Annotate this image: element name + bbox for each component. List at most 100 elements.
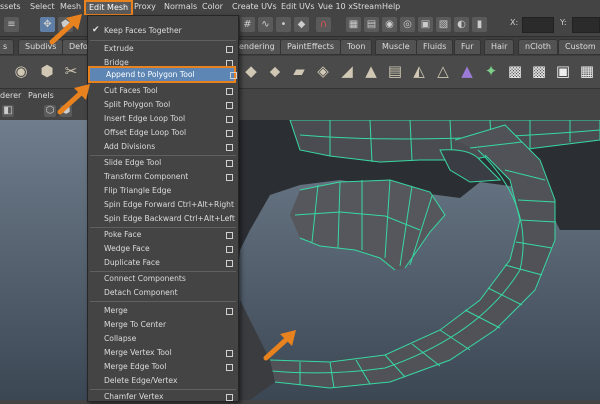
menu-edit-mesh[interactable]: Edit Mesh: [84, 0, 134, 16]
merge-icon[interactable]: ◭: [408, 60, 430, 82]
uv-icon[interactable]: ✦: [480, 60, 502, 82]
ipr-render-icon[interactable]: ◎: [400, 17, 415, 32]
menu-item-cut-faces-tool[interactable]: Cut Faces Tool: [88, 84, 238, 98]
magnet-icon[interactable]: ∩: [316, 17, 331, 32]
menu-color[interactable]: Color: [202, 2, 223, 11]
extrude-icon[interactable]: ◆: [240, 60, 262, 82]
snap-surface-icon[interactable]: ◆: [294, 17, 309, 32]
menu-item-offset-edge-loop-tool[interactable]: Offset Edge Loop Tool: [88, 126, 238, 140]
option-box-icon[interactable]: [226, 174, 233, 181]
wedge-icon[interactable]: ◢: [336, 60, 358, 82]
cut-icon[interactable]: ▲: [360, 60, 382, 82]
y-coord-field[interactable]: [572, 17, 600, 33]
menu-item-transform-component[interactable]: Transform Component: [88, 170, 238, 184]
option-box-icon[interactable]: [226, 116, 233, 123]
poly-ball-icon[interactable]: ⬢: [36, 60, 58, 82]
hypershade-icon[interactable]: ◐: [454, 17, 469, 32]
render-icon[interactable]: ◉: [382, 17, 397, 32]
tab-rendering[interactable]: endering: [232, 39, 282, 55]
poly-tool-icon[interactable]: ✂: [60, 60, 82, 82]
menu-vue[interactable]: Vue 10 xStream: [318, 2, 382, 11]
snap-grid-icon[interactable]: #: [240, 17, 255, 32]
bevel-icon[interactable]: ⬥: [264, 60, 286, 82]
menu-item-chamfer-vertex[interactable]: Chamfer Vertex: [88, 390, 238, 404]
checker2-icon[interactable]: ▩: [528, 60, 550, 82]
menu-item-delete-edge-vertex[interactable]: Delete Edge/Vertex: [88, 374, 238, 388]
menu-item-merge-vertex-tool[interactable]: Merge Vertex Tool: [88, 346, 238, 360]
render-view-icon[interactable]: ▧: [436, 17, 451, 32]
menu-item-slide-edge-tool[interactable]: Slide Edge Tool: [88, 156, 238, 170]
history-icon[interactable]: ▦: [346, 17, 361, 32]
menu-item-spin-edge-backward[interactable]: Spin Edge Backward Ctrl+Alt+Left: [88, 212, 238, 226]
menu-help[interactable]: Help: [382, 2, 400, 11]
menu-item-insert-edge-loop-tool[interactable]: Insert Edge Loop Tool: [88, 112, 238, 126]
menu-divider: [90, 301, 236, 302]
menu-item-merge[interactable]: Merge: [88, 304, 238, 318]
option-box-icon[interactable]: [226, 88, 233, 95]
menu-edit-uvs[interactable]: Edit UVs: [281, 2, 315, 11]
split-icon[interactable]: ◈: [312, 60, 334, 82]
option-box-icon[interactable]: [226, 130, 233, 137]
mode-icon[interactable]: ▮: [472, 17, 487, 32]
tab-toon[interactable]: Toon: [340, 39, 373, 55]
option-box-icon[interactable]: [226, 246, 233, 253]
menu-panels[interactable]: Panels: [28, 91, 54, 100]
menu-item-keep-faces-together[interactable]: ✔ Keep Faces Together: [88, 24, 238, 38]
option-box-icon[interactable]: [226, 160, 233, 167]
option-box-icon[interactable]: [226, 102, 233, 109]
bridge-icon[interactable]: ▰: [288, 60, 310, 82]
snap-point-icon[interactable]: •: [276, 17, 291, 32]
poly-sphere-icon[interactable]: ◉: [10, 60, 32, 82]
menu-assets[interactable]: ssets: [0, 2, 21, 11]
tab-polygons[interactable]: s: [0, 39, 15, 55]
tab-custom[interactable]: Custom: [558, 39, 600, 55]
menu-create-uvs[interactable]: Create UVs: [232, 2, 277, 11]
option-box-icon[interactable]: [230, 72, 237, 79]
tab-ncloth[interactable]: nCloth: [518, 39, 558, 55]
menu-item-merge-edge-tool[interactable]: Merge Edge Tool: [88, 360, 238, 374]
menu-item-connect-components[interactable]: Connect Components: [88, 272, 238, 286]
option-box-icon[interactable]: [226, 308, 233, 315]
snap-curve-icon[interactable]: ∿: [258, 17, 273, 32]
cone-icon[interactable]: ▲: [456, 60, 478, 82]
loop-icon[interactable]: ▤: [384, 60, 406, 82]
edit-mesh-dropdown: ✔ Keep Faces Together Extrude Bridge App…: [87, 15, 239, 402]
tab-hair[interactable]: Hair: [484, 39, 515, 55]
menu-item-extrude[interactable]: Extrude: [88, 42, 238, 56]
tab-fur[interactable]: Fur: [454, 39, 481, 55]
tab-painteffects[interactable]: PaintEffects: [280, 39, 341, 55]
menu-item-merge-to-center[interactable]: Merge To Center: [88, 318, 238, 332]
menu-item-collapse[interactable]: Collapse: [88, 332, 238, 346]
tab-fluids[interactable]: Fluids: [416, 39, 454, 55]
menu-item-poke-face[interactable]: Poke Face: [88, 228, 238, 242]
option-box-icon[interactable]: [226, 46, 233, 53]
option-box-icon[interactable]: [226, 364, 233, 371]
menu-item-add-divisions[interactable]: Add Divisions: [88, 140, 238, 154]
menu-item-append-to-polygon-tool[interactable]: Append to Polygon Tool: [88, 66, 237, 83]
option-box-icon[interactable]: [226, 144, 233, 151]
pointer-arrow-icon: [49, 14, 82, 45]
layout-icon[interactable]: ▣: [552, 60, 574, 82]
construction-icon[interactable]: ▤: [364, 17, 379, 32]
option-box-icon[interactable]: [226, 232, 233, 239]
option-box-icon[interactable]: [226, 260, 233, 267]
menu-item-duplicate-face[interactable]: Duplicate Face: [88, 256, 238, 270]
pyramid-icon[interactable]: △: [432, 60, 454, 82]
menu-normals[interactable]: Normals: [164, 2, 197, 11]
render-settings-icon[interactable]: ▣: [418, 17, 433, 32]
menu-proxy[interactable]: Proxy: [134, 2, 156, 11]
menu-renderer[interactable]: derer: [0, 91, 21, 100]
menu-item-split-polygon-tool[interactable]: Split Polygon Tool: [88, 98, 238, 112]
checker-icon[interactable]: ▩: [504, 60, 526, 82]
camera-icon[interactable]: ◧: [2, 105, 14, 117]
menu-item-wedge-face[interactable]: Wedge Face: [88, 242, 238, 256]
option-box-icon[interactable]: [226, 350, 233, 357]
menu-item-flip-triangle-edge[interactable]: Flip Triangle Edge: [88, 184, 238, 198]
chevron-icon[interactable]: ≡: [4, 17, 19, 32]
image-icon[interactable]: ▦: [576, 60, 598, 82]
menu-item-detach-component[interactable]: Detach Component: [88, 286, 238, 300]
wireframe-icon[interactable]: ⬡: [44, 105, 56, 117]
x-coord-field[interactable]: [522, 17, 554, 33]
tab-muscle[interactable]: Muscle: [375, 39, 417, 55]
menu-item-spin-edge-forward[interactable]: Spin Edge Forward Ctrl+Alt+Right: [88, 198, 238, 212]
